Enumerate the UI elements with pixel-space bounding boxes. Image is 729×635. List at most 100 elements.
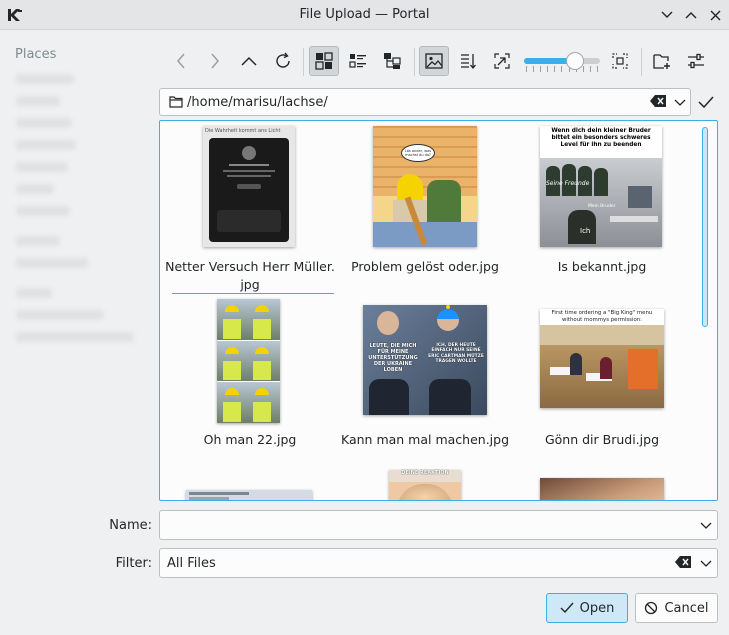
clear-icon[interactable] (650, 95, 666, 107)
new-folder-button[interactable] (647, 46, 677, 76)
file-thumbnail: Die Wahrheit kommt ans Licht (203, 126, 295, 247)
file-item[interactable]: LEUTE, DIE MICH FÜR MEINE UNTERSTÜTZUNG … (340, 297, 510, 472)
clear-icon[interactable] (675, 556, 691, 568)
file-thumbnail-partial[interactable] (186, 490, 312, 500)
compact-view-icon (349, 54, 366, 68)
file-thumbnail: LEUTE, DIE MICH FÜR MEINE UNTERSTÜTZUNG … (363, 305, 487, 415)
current-item-indicator (172, 293, 334, 294)
file-label-ext: jpg (240, 277, 260, 292)
cancel-button[interactable]: Cancel (635, 593, 718, 623)
toolbar-separator (414, 48, 415, 76)
thumb-caption: Die Wahrheit kommt ans Licht (205, 128, 281, 134)
location-bar[interactable]: /home/marisu/lachse/ (159, 88, 691, 116)
chevron-down-icon[interactable] (700, 557, 712, 569)
chevron-down-icon[interactable] (700, 519, 712, 531)
chevron-left-icon (177, 53, 185, 69)
meme-caption: LEUTE, DIE MICH FÜR MEINE UNTERSTÜTZUNG … (368, 343, 418, 373)
minimize-button[interactable] (657, 5, 677, 25)
zoom-slider-track[interactable] (524, 58, 600, 64)
file-label: Problem gelöst oder.jpg (351, 259, 499, 274)
preview-toggle-button[interactable] (419, 46, 449, 76)
sort-button[interactable] (453, 46, 483, 76)
maximize-icon (685, 12, 697, 19)
name-label: Name: (109, 518, 152, 533)
chevron-down-icon[interactable] (674, 96, 686, 108)
close-button[interactable] (705, 5, 725, 25)
meme-label: Mein Bruder (588, 204, 616, 209)
file-item[interactable]: Wenn dich dein kleiner Bruder bittet ein… (517, 121, 687, 296)
file-thumbnail-partial[interactable] (540, 478, 664, 500)
filter-label: Filter: (115, 556, 152, 571)
zoom-in-button[interactable] (605, 46, 635, 76)
filename-combo[interactable] (159, 510, 718, 540)
back-button[interactable] (166, 46, 196, 76)
meme-caption: First time ordering a "Big King" menu wi… (551, 310, 653, 323)
icons-view-icon (315, 52, 333, 70)
title-bar: File Upload — Portal (0, 0, 729, 30)
tree-view-icon (384, 53, 401, 69)
zoom-out-button[interactable] (487, 46, 517, 76)
meme-label: Seine Freunde (546, 180, 590, 187)
place-item[interactable] (16, 140, 76, 150)
options-button[interactable] (681, 46, 711, 76)
meme-label: Ich (580, 227, 591, 235)
file-dialog-window: File Upload — Portal Places /home/marisu… (0, 0, 729, 635)
maximize-button[interactable] (681, 5, 701, 25)
place-item[interactable] (16, 258, 88, 268)
place-item[interactable] (16, 288, 52, 298)
meme-caption: Wenn dich dein kleiner Bruder bittet ein… (540, 126, 662, 158)
file-item[interactable]: First time ordering a "Big King" menu wi… (517, 297, 687, 472)
file-label: Oh man 22.jpg (203, 432, 297, 447)
forward-button[interactable] (200, 46, 230, 76)
place-item[interactable] (16, 310, 104, 320)
file-view[interactable]: Die Wahrheit kommt ans Licht Netter Vers… (159, 120, 718, 501)
filter-combo[interactable]: All Files (159, 548, 718, 578)
file-item[interactable]: Oh man 22.jpg (165, 297, 335, 472)
place-item[interactable] (16, 206, 70, 216)
checkmark-icon[interactable] (697, 93, 715, 111)
place-item[interactable] (16, 332, 134, 342)
meme-caption: DEINE REAKTION (401, 470, 449, 476)
file-thumbnail: Lös ander, was machst du da? (373, 126, 477, 247)
places-sidebar: Places (0, 30, 152, 500)
speech-bubble: Lös ander, was machst du da? (401, 144, 435, 162)
image-preview-icon (425, 53, 443, 69)
file-thumbnail: Wenn dich dein kleiner Bruder bittet ein… (540, 126, 662, 247)
file-view-scrollbar[interactable] (702, 127, 710, 493)
place-item[interactable] (16, 96, 60, 106)
reload-button[interactable] (268, 46, 298, 76)
compact-view-button[interactable] (343, 46, 373, 76)
options-icon (688, 53, 704, 69)
file-item[interactable]: Die Wahrheit kommt ans Licht Netter Vers… (165, 121, 335, 296)
zoom-slider-ticks (526, 66, 598, 72)
folder-icon (169, 96, 183, 108)
open-button[interactable]: Open (546, 593, 628, 623)
file-label: Kann man mal machen.jpg (340, 432, 510, 447)
filter-value[interactable]: All Files (167, 556, 216, 571)
icons-view-button[interactable] (309, 46, 339, 76)
file-thumbnail-partial[interactable]: DEINE REAKTION (389, 470, 461, 500)
toolbar-separator (303, 48, 304, 76)
cancel-icon (645, 601, 658, 615)
place-item[interactable] (16, 74, 74, 84)
zoom-out-icon (494, 53, 510, 69)
tree-view-button[interactable] (377, 46, 407, 76)
chevron-up-icon (241, 56, 257, 66)
location-path[interactable]: /home/marisu/lachse/ (187, 95, 328, 110)
file-label: Netter Versuch Herr Müller. (165, 259, 335, 274)
new-folder-icon (653, 54, 670, 69)
minimize-icon (661, 11, 673, 18)
cancel-button-label: Cancel (664, 600, 709, 616)
place-item[interactable] (16, 162, 68, 172)
zoom-slider-handle[interactable] (566, 52, 584, 70)
scrollbar-thumb[interactable] (702, 127, 708, 327)
meme-caption: ICH, DER HEUTE EINFACH NUR SEINE ERIC CA… (428, 343, 484, 365)
place-item[interactable] (16, 118, 72, 128)
reload-icon (276, 52, 290, 68)
file-label: Gönn dir Brudi.jpg (544, 432, 660, 447)
file-item[interactable]: Lös ander, was machst du da? Problem gel… (340, 121, 510, 296)
parent-folder-button[interactable] (234, 46, 264, 76)
place-item[interactable] (16, 184, 54, 194)
place-item[interactable] (16, 236, 60, 246)
sort-icon (461, 54, 476, 70)
